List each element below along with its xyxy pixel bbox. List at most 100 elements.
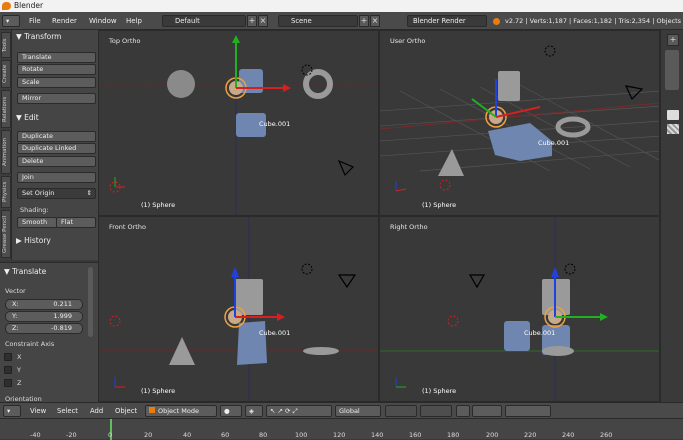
tab-physics[interactable]: Physics [1, 176, 11, 208]
constraint-z-checkbox[interactable] [4, 379, 12, 387]
timeline-tick: 100 [295, 431, 308, 439]
cylinder-object[interactable] [498, 71, 520, 101]
timeline-tick: 180 [447, 431, 460, 439]
scale-button[interactable]: Scale [17, 77, 96, 88]
lamp-icon [301, 64, 313, 76]
sphere-object[interactable] [167, 70, 195, 98]
properties-add-button[interactable]: + [667, 34, 679, 46]
history-panel-header[interactable]: ▶ History [16, 236, 51, 245]
shading-label: Shading: [20, 206, 49, 214]
layer-lock-icon[interactable] [456, 405, 470, 417]
viewport-footer: (1) Sphere [141, 201, 176, 209]
viewport-top-ortho[interactable]: Top Ortho Cube.001 (1) Sphere [98, 30, 379, 216]
lamp-icon [301, 263, 313, 275]
viewport-front-scene [99, 217, 378, 401]
duplicate-linked-button[interactable]: Duplicate Linked [17, 143, 96, 154]
translate-button[interactable]: Translate [17, 52, 96, 63]
snap-buttons[interactable] [505, 405, 551, 417]
cone-object[interactable] [438, 149, 464, 176]
layout-select[interactable]: Default [162, 15, 246, 27]
menu-file[interactable]: File [29, 15, 41, 27]
render-engine-select[interactable]: Blender Render [407, 15, 487, 27]
menu-add[interactable]: Add [90, 405, 103, 417]
viewport-front-ortho[interactable]: Front Ortho Cube.001 (1) Sphere [98, 216, 379, 402]
tab-create[interactable]: Create [1, 60, 11, 88]
transform-orientation-select[interactable]: Global [335, 405, 381, 417]
checker-icon[interactable] [667, 124, 679, 134]
constraint-y-label: Y [17, 366, 21, 374]
cylinder-object[interactable] [235, 279, 263, 315]
menu-select[interactable]: Select [57, 405, 78, 417]
scene-stats: v2.72 | Verts:1,187 | Faces:1,182 | Tris… [505, 17, 682, 25]
viewport-footer: (1) Sphere [422, 387, 457, 395]
constraint-x-label: X [17, 353, 22, 361]
properties-scrollbar[interactable] [665, 50, 679, 90]
transform-panel-header[interactable]: ▼ Transform [16, 32, 61, 41]
smooth-button[interactable]: Smooth [17, 217, 57, 228]
timeline-tick: 140 [371, 431, 384, 439]
tab-animation[interactable]: Animation [1, 130, 11, 174]
object-name-label: Cube.001 [524, 329, 556, 337]
timeline-tick: 20 [144, 431, 153, 439]
edit-panel-header[interactable]: ▼ Edit [16, 113, 39, 122]
timeline-tick: 260 [600, 431, 613, 439]
tab-tools[interactable]: Tools [1, 32, 11, 58]
layout-add-button[interactable]: + [247, 15, 257, 27]
pivot-point-select[interactable]: ◈ [245, 405, 263, 417]
scene-add-button[interactable]: + [359, 15, 369, 27]
timeline-tick: 200 [486, 431, 499, 439]
constraint-x-checkbox[interactable] [4, 353, 12, 361]
torus-object[interactable] [303, 69, 333, 99]
viewport-user-ortho[interactable]: User Ortho Cube.001 (1) Sphere [379, 30, 660, 216]
vector-x-field[interactable]: X: 0.211 [5, 299, 83, 310]
constraint-y-checkbox[interactable] [4, 366, 12, 374]
properties-strip: + [660, 30, 683, 402]
proportional-edit-button[interactable] [472, 405, 502, 417]
info-header: ▾ File Render Window Help Default + × Sc… [0, 12, 683, 30]
3d-cursor [439, 179, 451, 191]
manipulator-buttons[interactable]: ↖ ↗ ⟳ ⤢ [266, 405, 332, 417]
tab-relations[interactable]: Relations [1, 90, 11, 128]
cube001-object[interactable] [237, 321, 267, 365]
flat-button[interactable]: Flat [56, 217, 96, 228]
editor-type-button[interactable]: ▾ [2, 15, 20, 27]
menu-render[interactable]: Render [52, 15, 77, 27]
duplicate-button[interactable]: Duplicate [17, 131, 96, 142]
timeline-tick: 60 [221, 431, 230, 439]
join-button[interactable]: Join [17, 172, 96, 183]
menu-view[interactable]: View [30, 405, 46, 417]
delete-button[interactable]: Delete [17, 156, 96, 167]
mode-select[interactable]: Object Mode [145, 405, 217, 417]
layout-close-button[interactable]: × [258, 15, 268, 27]
menu-window[interactable]: Window [89, 15, 117, 27]
viewport-right-ortho[interactable]: Right Ortho Cube.001 (1) Sphere [379, 216, 660, 402]
menu-help[interactable]: Help [126, 15, 142, 27]
operator-scrollbar[interactable] [88, 267, 93, 337]
layer-buttons-a[interactable] [385, 405, 417, 417]
chevron-updown-icon: ⇕ [86, 189, 92, 197]
timeline[interactable]: -40 -20 0 20 40 60 80 100 120 140 160 18… [0, 418, 683, 440]
vector-z-field[interactable]: Z: -0.819 [5, 323, 83, 334]
vector-y-field[interactable]: Y: 1.999 [5, 311, 83, 322]
rotate-button[interactable]: Rotate [17, 64, 96, 75]
window-title: Blender [14, 1, 44, 10]
view-axes-icon [114, 377, 125, 388]
mirror-button[interactable]: Mirror [17, 93, 96, 104]
view-axes-icon [395, 377, 406, 388]
shading-mode-select[interactable]: ● [220, 405, 242, 417]
operator-header[interactable]: ▼ Translate [4, 267, 46, 276]
3d-cursor [109, 315, 121, 327]
editor-type-button[interactable]: ▾ [3, 405, 21, 417]
timeline-tick: -20 [66, 431, 77, 439]
torus-object[interactable] [303, 347, 339, 355]
layer-buttons-b[interactable] [420, 405, 452, 417]
set-origin-menu[interactable]: Set Origin ⇕ [17, 188, 96, 199]
timeline-tick: 40 [183, 431, 192, 439]
scene-close-button[interactable]: × [370, 15, 380, 27]
menu-object[interactable]: Object [115, 405, 137, 417]
tab-grease-pencil[interactable]: Grease Pencil [1, 210, 11, 258]
torus-object[interactable] [542, 346, 574, 356]
scene-select[interactable]: Scene [278, 15, 358, 27]
lamp-icon [564, 263, 576, 275]
properties-icon[interactable] [667, 110, 679, 120]
